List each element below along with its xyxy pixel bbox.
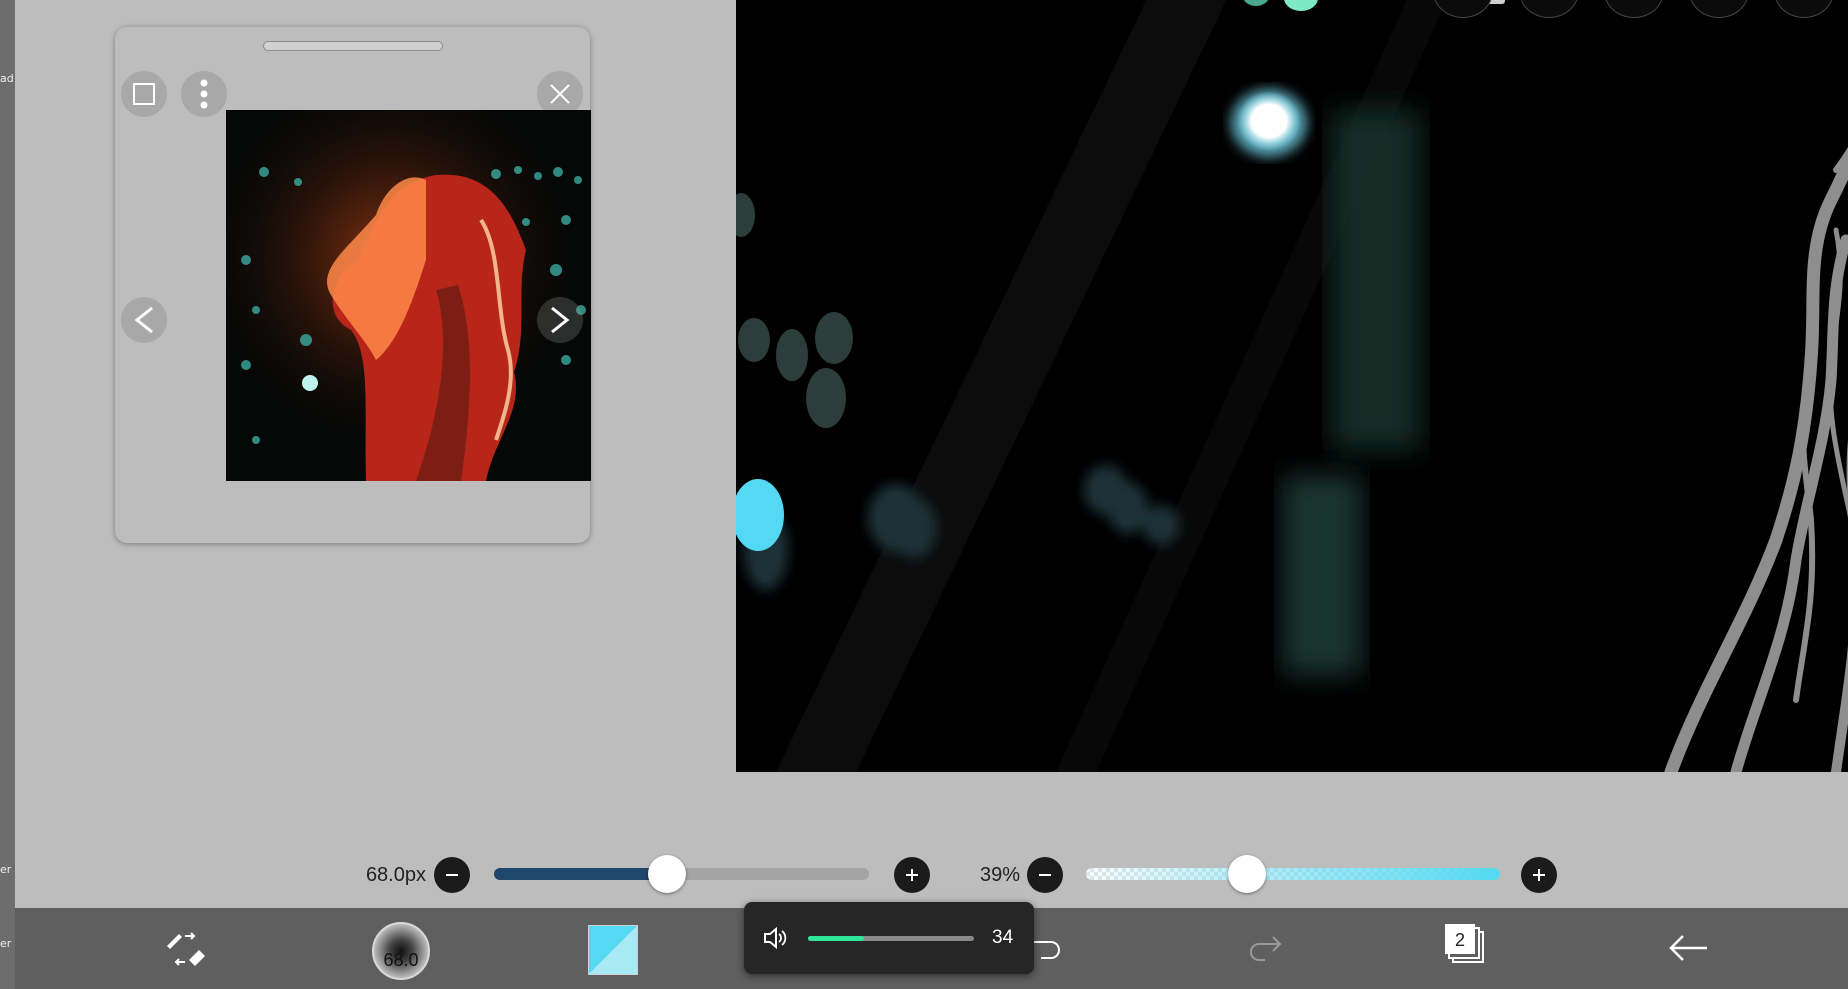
volume-value: 34 <box>992 927 1014 948</box>
layer-count: 2 <box>1454 930 1465 950</box>
canvas-artwork <box>736 0 1848 772</box>
back-button[interactable] <box>1665 928 1713 968</box>
previous-reference-button[interactable] <box>121 297 167 343</box>
brush-preview-button[interactable]: 68.0 <box>372 922 430 980</box>
volume-popup: 34 <box>744 902 1034 974</box>
volume-slider[interactable] <box>808 936 974 941</box>
close-icon <box>550 84 570 104</box>
plus-icon <box>906 869 918 881</box>
more-vertical-icon <box>200 79 208 109</box>
edge-text-fragment: er <box>0 937 12 950</box>
brush-eraser-toggle-button[interactable] <box>160 923 210 973</box>
opacity-increase-button[interactable] <box>1521 857 1557 893</box>
chevron-left-icon <box>134 306 153 334</box>
brush-size-increase-button[interactable] <box>894 857 930 893</box>
brush-size-decrease-button[interactable] <box>434 857 470 893</box>
volume-slider-fill <box>808 936 865 941</box>
reference-window[interactable] <box>115 27 591 543</box>
redo-button[interactable] <box>1245 928 1285 968</box>
speaker-icon <box>764 926 787 950</box>
toggle-frame-button[interactable] <box>121 71 167 117</box>
opacity-slider[interactable] <box>1086 855 1500 893</box>
left-edge-panel: ad er er <box>0 0 15 989</box>
brush-preview-value: 68.0 <box>383 949 419 970</box>
minus-icon <box>1039 874 1051 876</box>
next-reference-button[interactable] <box>537 297 583 343</box>
plus-icon <box>1533 869 1545 881</box>
opacity-slider-thumb[interactable] <box>1228 855 1267 893</box>
more-options-button[interactable] <box>181 71 227 117</box>
brush-size-slider-fill <box>494 868 667 880</box>
opacity-decrease-button[interactable] <box>1027 857 1063 893</box>
chevron-right-icon <box>551 306 570 334</box>
edge-text-fragment: er <box>0 863 12 876</box>
layers-button[interactable]: 2 <box>1443 922 1491 970</box>
arrow-left-icon <box>1669 935 1707 961</box>
minus-icon <box>446 874 458 876</box>
reference-image <box>226 110 591 481</box>
drag-handle[interactable] <box>263 41 443 51</box>
opacity-label: 39% <box>979 864 1020 886</box>
square-icon <box>133 83 155 105</box>
color-picker-button[interactable] <box>588 925 638 975</box>
brush-eraser-swap-icon <box>167 932 205 966</box>
brush-size-slider-thumb[interactable] <box>647 855 686 893</box>
brush-size-label: 68.0px <box>365 864 426 886</box>
redo-icon <box>1250 936 1282 961</box>
brush-size-slider[interactable] <box>494 855 869 893</box>
drawing-canvas[interactable] <box>736 0 1848 772</box>
edge-text-fragment: ad <box>0 72 14 85</box>
